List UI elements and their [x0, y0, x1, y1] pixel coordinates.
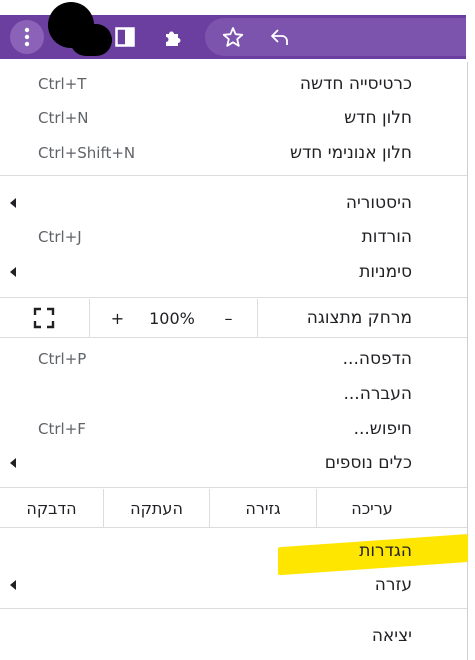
redacted-avatar-extension — [70, 24, 112, 56]
menu-item-label: הדפסה... — [342, 349, 412, 369]
zoom-out-button[interactable]: – — [200, 299, 257, 337]
menu-item-settings[interactable]: הגדרות — [0, 534, 467, 568]
menu-item-shortcut: Ctrl+N — [38, 109, 89, 127]
menu-item-bookmarks[interactable]: סימניות — [0, 255, 467, 289]
share-icon[interactable] — [269, 26, 291, 48]
menu-item-label: חלון חדש — [344, 108, 412, 128]
zoom-row: מרחק מתצוגה – 100% + — [0, 299, 467, 337]
browser-toolbar — [0, 0, 475, 62]
menu-item-label: עזרה — [374, 575, 412, 595]
sidebar-icon[interactable] — [114, 26, 136, 48]
menu-item-label: העברה... — [343, 384, 413, 404]
submenu-arrow-icon — [10, 198, 16, 208]
menu-divider — [0, 337, 467, 338]
zoom-level-value: 100% — [149, 308, 195, 328]
fullscreen-icon — [33, 307, 55, 329]
menu-item-label: הורדות — [361, 227, 412, 247]
menu-item-help[interactable]: עזרה — [0, 568, 467, 602]
kebab-menu-icon — [24, 27, 30, 47]
menu-item-more-tools[interactable]: כלים נוספים — [0, 446, 467, 480]
menu-item-label: הגדרות — [359, 541, 412, 561]
menu-item-shortcut: Ctrl+F — [38, 420, 86, 438]
menu-item-label: כלים נוספים — [324, 453, 412, 473]
menu-item-new-tab[interactable]: כרטיסייה חדשה Ctrl+T — [0, 67, 467, 101]
chrome-main-menu: כרטיסייה חדשה Ctrl+T חלון חדש Ctrl+N חלו… — [0, 62, 468, 660]
menu-item-shortcut: Ctrl+Shift+N — [38, 144, 136, 162]
zoom-divider — [89, 299, 90, 337]
zoom-in-button[interactable]: + — [90, 299, 145, 337]
menu-item-find[interactable]: חיפוש... Ctrl+F — [0, 412, 467, 446]
menu-item-label: חיפוש... — [353, 419, 412, 439]
menu-item-label: סימניות — [359, 262, 412, 282]
star-bookmark-icon[interactable] — [222, 26, 244, 48]
menu-item-label: יציאה — [371, 626, 412, 646]
menu-item-print[interactable]: הדפסה... Ctrl+P — [0, 342, 467, 376]
menu-item-shortcut: Ctrl+J — [38, 228, 82, 246]
submenu-arrow-icon — [10, 458, 16, 468]
edit-row: עריכה גזירה העתקה הדבקה — [0, 489, 467, 527]
submenu-arrow-icon — [10, 580, 16, 590]
menu-item-label: כרטיסייה חדשה — [299, 74, 412, 94]
edit-divider — [103, 489, 104, 527]
submenu-arrow-icon — [10, 267, 16, 277]
edit-label: עריכה — [351, 498, 393, 518]
edit-divider — [316, 489, 317, 527]
paste-button[interactable]: הדבקה — [0, 489, 103, 527]
menu-divider — [0, 527, 467, 528]
menu-item-label: חלון אנונימי חדש — [289, 143, 412, 163]
kebab-menu-button[interactable] — [10, 20, 44, 54]
edit-divider — [209, 489, 210, 527]
menu-item-shortcut: Ctrl+P — [38, 350, 87, 368]
cut-button[interactable]: גזירה — [210, 489, 316, 527]
menu-item-new-window[interactable]: חלון חדש Ctrl+N — [0, 101, 467, 135]
menu-divider — [0, 175, 467, 176]
menu-item-downloads[interactable]: הורדות Ctrl+J — [0, 220, 467, 254]
fullscreen-button[interactable] — [20, 299, 68, 337]
omnibox-actions-pill — [205, 18, 466, 56]
menu-item-cast[interactable]: העברה... — [0, 377, 467, 411]
menu-item-history[interactable]: היסטוריה — [0, 186, 467, 220]
zoom-label: מרחק מתצוגה — [306, 308, 412, 328]
puzzle-extensions-icon[interactable] — [162, 26, 184, 48]
copy-button[interactable]: העתקה — [104, 489, 209, 527]
menu-item-label: היסטוריה — [345, 193, 412, 213]
menu-item-exit[interactable]: יציאה — [0, 619, 467, 653]
menu-divider — [0, 608, 467, 609]
menu-item-new-incognito-window[interactable]: חלון אנונימי חדש Ctrl+Shift+N — [0, 136, 467, 170]
menu-divider — [0, 487, 467, 488]
menu-divider — [0, 297, 467, 298]
zoom-divider — [257, 299, 258, 337]
menu-item-shortcut: Ctrl+T — [38, 75, 87, 93]
